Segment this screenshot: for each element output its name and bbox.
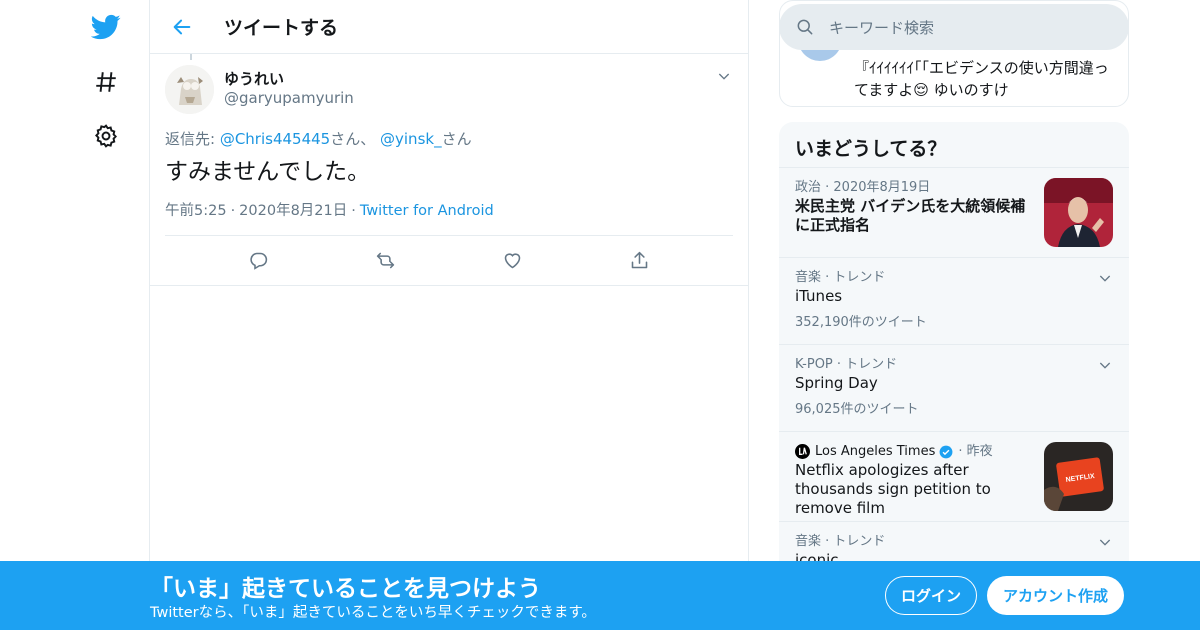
avatar[interactable] (165, 64, 214, 114)
news-source: Los Angeles Times (815, 444, 936, 459)
signup-banner: 「いま」起きていることを見つけよう Twitterなら、「いま」起きていることを… (0, 561, 1200, 630)
chevron-down-icon[interactable] (1097, 270, 1113, 286)
news-thumbnail (1044, 178, 1113, 247)
trend-count: 352,190件のツイート (795, 315, 927, 330)
trend-meta: 音楽 · トレンド (795, 534, 886, 549)
share-button[interactable] (623, 243, 657, 277)
tweet-meta: 午前5:25 · 2020年8月21日 · Twitter for Android (165, 199, 733, 236)
reply-prefix: 返信先: (165, 130, 220, 148)
latimes-logo-icon (795, 444, 810, 459)
hashtag-icon[interactable] (90, 66, 122, 98)
tweet-author[interactable]: ゆうれい @garyupamyurin (165, 64, 733, 114)
trend-name: Netflix apologizes after thousands sign … (795, 461, 991, 517)
share-icon (631, 251, 648, 268)
tweet: ゆうれい @garyupamyurin 返信先: @Chris445445さん、… (150, 54, 748, 286)
arrow-left-icon (173, 19, 191, 34)
trend-item[interactable]: K-POP · トレンド Spring Day 96,025件のツイート (779, 345, 1129, 432)
reply-to: 返信先: @Chris445445さん、 @yinsk_さん (165, 128, 733, 149)
trends-title: いまどうしてる？ (779, 122, 1129, 168)
trend-item[interactable]: 政治 · 2020年8月19日 米民主党 バイデン氏を大統領候補に正式指名 (779, 168, 1129, 258)
trend-count: 96,025件のツイート (795, 402, 919, 417)
signup-button[interactable]: アカウント作成 (987, 576, 1124, 615)
heart-icon (504, 252, 521, 268)
search-box[interactable]: キーワード検索 (779, 4, 1129, 50)
reply-user-link[interactable]: @Chris445445 (220, 130, 330, 148)
reply-suffix: さん (441, 130, 472, 148)
reply-button[interactable] (242, 243, 276, 277)
twitter-bird-icon[interactable] (90, 11, 122, 43)
chevron-down-icon[interactable] (1097, 357, 1113, 373)
trend-meta: 音楽 · トレンド (795, 270, 886, 285)
chevron-down-icon[interactable] (716, 68, 732, 84)
tweet-source-link[interactable]: Twitter for Android (360, 203, 494, 219)
reply-icon (250, 252, 268, 270)
separator: · (230, 203, 236, 219)
banner-subtitle: Twitterなら、「いま」起きていることをいち早くチェックできます。 (150, 605, 596, 621)
main-header: ツイートする (150, 0, 748, 54)
thread-line (190, 54, 192, 60)
retweet-icon (376, 252, 395, 268)
like-button[interactable] (496, 243, 530, 277)
news-thumbnail: NETFLIX (1044, 442, 1113, 511)
tweet-date[interactable]: 2020年8月21日 (239, 203, 347, 219)
trend-item[interactable]: 音楽 · トレンド iTunes 352,190件のツイート (779, 258, 1129, 345)
author-name[interactable]: ゆうれい (224, 70, 354, 89)
reply-suffix: さん、 (330, 130, 376, 148)
author-handle[interactable]: @garyupamyurin (224, 89, 354, 108)
trend-meta: 政治 · 2020年8月19日 (795, 180, 931, 195)
chevron-down-icon[interactable] (1097, 534, 1113, 550)
retweet-button[interactable] (369, 243, 403, 277)
trend-meta: Los Angeles Times · 昨夜 (795, 442, 1035, 461)
trend-item[interactable]: Los Angeles Times · 昨夜 Netflix apologize… (779, 432, 1129, 522)
gear-icon[interactable] (90, 120, 122, 152)
tweet-actions (165, 236, 733, 284)
embedded-tweet-text: 『ｲｲｲｲｲｲ｢｢エビデンスの使い方間違ってますよ😌 ゆいのすけ (854, 59, 1109, 99)
trends-panel: いまどうしてる？ 政治 · 2020年8月19日 米民主党 バイデン氏を大統領候… (779, 122, 1129, 630)
trend-name: Spring Day (795, 374, 878, 392)
login-button[interactable]: ログイン (885, 576, 977, 615)
banner-title: 「いま」起きていることを見つけよう (150, 576, 541, 602)
trend-meta: K-POP · トレンド (795, 357, 898, 372)
left-nav (0, 0, 150, 630)
separator: · (351, 203, 356, 219)
search-input[interactable]: キーワード検索 (829, 17, 934, 38)
main-column: ツイートする ゆうれい @garyupamyurin 返信先: @Chris44… (149, 0, 749, 630)
verified-badge-icon (939, 445, 953, 458)
reply-user-link[interactable]: @yinsk_ (380, 130, 442, 148)
trend-name: iTunes (795, 287, 843, 305)
tweet-text: すみませんでした。 (165, 159, 371, 185)
trend-name: 米民主党 バイデン氏を大統領候補に正式指名 (795, 197, 1026, 234)
tweet-time[interactable]: 午前5:25 (165, 203, 227, 219)
page-title: ツイートする (224, 17, 339, 39)
news-time: · 昨夜 (958, 444, 993, 459)
search-icon (797, 19, 813, 35)
back-button[interactable] (162, 7, 202, 47)
